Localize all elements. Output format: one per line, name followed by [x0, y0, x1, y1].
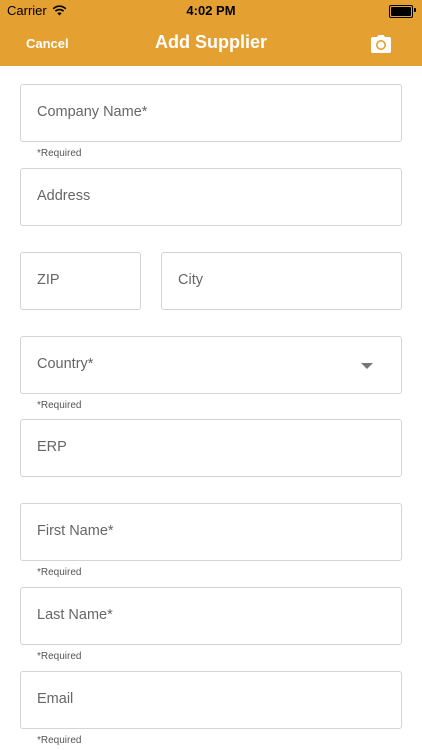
country-required-hint: *Required	[37, 400, 82, 411]
page-title: Add Supplier	[155, 32, 267, 52]
first-name-field[interactable]: First Name*	[20, 503, 402, 561]
email-required-hint: *Required	[37, 735, 82, 746]
first-name-required-hint: *Required	[37, 567, 82, 578]
address-field[interactable]: Address	[20, 168, 402, 226]
country-select[interactable]: Country*	[20, 336, 402, 394]
email-placeholder: Email	[37, 691, 74, 707]
status-bar: Carrier 4:02 PM	[0, 0, 422, 22]
last-name-placeholder: Last Name*	[37, 607, 113, 623]
zip-placeholder: ZIP	[37, 272, 60, 288]
erp-field[interactable]: ERP	[20, 419, 402, 477]
email-field[interactable]: Email	[20, 671, 402, 729]
battery-icon	[389, 5, 413, 18]
battery-cap	[414, 8, 416, 12]
camera-icon[interactable]	[370, 34, 392, 54]
zip-field[interactable]: ZIP	[20, 252, 141, 310]
company-name-placeholder: Company Name*	[37, 104, 148, 120]
erp-placeholder: ERP	[37, 439, 67, 455]
last-name-field[interactable]: Last Name*	[20, 587, 402, 645]
last-name-required-hint: *Required	[37, 651, 82, 662]
address-placeholder: Address	[37, 188, 91, 204]
dropdown-caret-icon	[361, 363, 373, 369]
company-name-required-hint: *Required	[37, 148, 82, 159]
clock-time: 4:02 PM	[186, 3, 236, 18]
navigation-bar: Cancel Add Supplier	[0, 22, 422, 66]
country-placeholder: Country*	[37, 356, 94, 372]
company-name-field[interactable]: Company Name*	[20, 84, 402, 142]
first-name-placeholder: First Name*	[37, 523, 114, 539]
city-placeholder: City	[178, 272, 203, 288]
city-field[interactable]: City	[161, 252, 402, 310]
